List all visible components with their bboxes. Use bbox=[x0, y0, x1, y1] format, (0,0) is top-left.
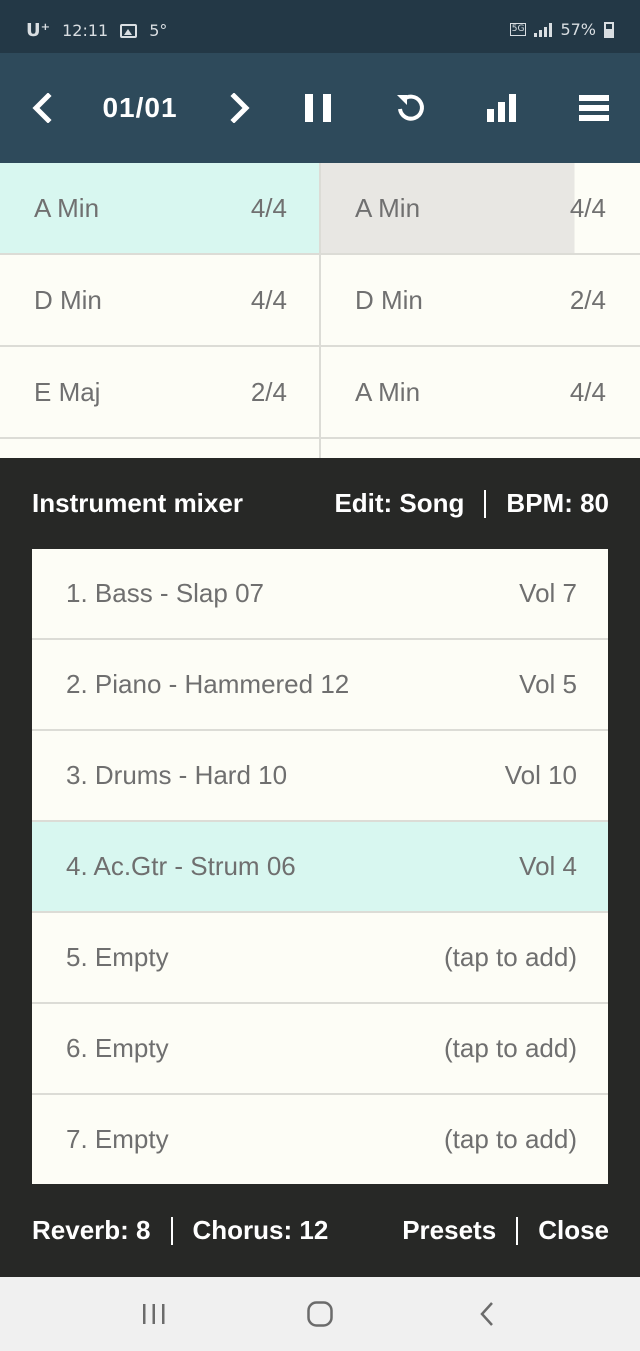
track-name: 2. Piano - Hammered 12 bbox=[66, 669, 350, 699]
track-name: 5. Empty bbox=[66, 942, 169, 972]
close-button[interactable]: Close bbox=[538, 1215, 609, 1246]
track-volume: Vol 5 bbox=[519, 669, 577, 699]
battery-percent: 57% bbox=[560, 20, 596, 39]
chord-beats: 2/4 bbox=[250, 376, 287, 407]
chord-cell[interactable] bbox=[319, 439, 638, 460]
chord-beats: 2/4 bbox=[569, 284, 606, 315]
mixer-button[interactable] bbox=[480, 53, 524, 163]
signal-icon bbox=[534, 22, 553, 37]
chord-row: E Maj 2/4 A Min 4/4 bbox=[0, 347, 640, 439]
chorus-button[interactable]: Chorus: 12 bbox=[193, 1215, 329, 1246]
previous-button[interactable] bbox=[20, 53, 64, 163]
chord-name: D Min bbox=[34, 284, 102, 315]
track-item[interactable]: 2. Piano - Hammered 12 Vol 5 bbox=[32, 640, 608, 731]
bar-chart-icon bbox=[487, 94, 516, 122]
divider bbox=[516, 1216, 519, 1245]
temperature: 5° bbox=[149, 21, 168, 40]
chord-row: D Min 4/4 D Min 2/4 bbox=[0, 255, 640, 347]
hamburger-menu-icon bbox=[579, 95, 609, 121]
chord-name: A Min bbox=[355, 376, 421, 407]
mixer-footer: Reverb: 8 Chorus: 12 Presets Close bbox=[32, 1215, 609, 1246]
chord-beats: 4/4 bbox=[569, 376, 606, 407]
chord-cell[interactable] bbox=[0, 439, 319, 460]
track-item[interactable]: 3. Drums - Hard 10 Vol 10 bbox=[32, 731, 608, 822]
battery-icon bbox=[604, 21, 614, 38]
chord-name: D Min bbox=[355, 284, 423, 315]
menu-button[interactable] bbox=[572, 53, 616, 163]
track-add-hint: (tap to add) bbox=[444, 942, 577, 972]
track-item-empty[interactable]: 5. Empty (tap to add) bbox=[32, 913, 608, 1004]
page-counter: 01/01 bbox=[102, 92, 178, 123]
home-icon bbox=[307, 1301, 333, 1327]
carrier-label: U⁺ bbox=[26, 20, 51, 41]
mixer-header: Instrument mixer Edit: Song BPM: 80 bbox=[32, 488, 609, 519]
track-name: 3. Drums - Hard 10 bbox=[66, 760, 288, 790]
player-toolbar: 01/01 bbox=[0, 53, 640, 163]
recent-apps-icon bbox=[143, 1304, 165, 1324]
divider bbox=[170, 1216, 173, 1245]
chord-cell[interactable]: A Min 4/4 bbox=[319, 163, 638, 253]
track-volume: Vol 10 bbox=[504, 760, 577, 790]
chord-cell[interactable]: A Min 4/4 bbox=[0, 163, 319, 253]
chord-cell[interactable]: E Maj 2/4 bbox=[0, 347, 319, 437]
network-5g-icon: 5G bbox=[509, 23, 527, 36]
track-volume: Vol 7 bbox=[519, 578, 577, 608]
system-nav-bar bbox=[0, 1277, 640, 1351]
pause-button[interactable] bbox=[296, 53, 340, 163]
chord-name: E Maj bbox=[34, 376, 101, 407]
clock: 12:11 bbox=[62, 21, 109, 40]
chord-cell[interactable]: A Min 4/4 bbox=[319, 347, 638, 437]
track-name: 7. Empty bbox=[66, 1124, 169, 1154]
chevron-right-icon bbox=[230, 93, 250, 123]
edit-mode-button[interactable]: Edit: Song bbox=[334, 488, 464, 519]
divider bbox=[484, 489, 487, 518]
track-name: 1. Bass - Slap 07 bbox=[66, 578, 264, 608]
chord-cell[interactable]: D Min 4/4 bbox=[0, 255, 319, 345]
replay-icon bbox=[397, 94, 424, 121]
chevron-left-icon bbox=[32, 93, 52, 123]
mixer-title: Instrument mixer bbox=[32, 488, 243, 518]
track-item-empty[interactable]: 7. Empty (tap to add) bbox=[32, 1095, 608, 1184]
chord-name: A Min bbox=[34, 192, 100, 223]
track-add-hint: (tap to add) bbox=[444, 1033, 577, 1063]
presets-button[interactable]: Presets bbox=[402, 1215, 496, 1246]
chord-name: A Min bbox=[355, 192, 421, 223]
reverb-button[interactable]: Reverb: 8 bbox=[32, 1215, 151, 1246]
back-button[interactable] bbox=[448, 1277, 528, 1351]
status-bar: U⁺ 12:11 5° 5G 57% bbox=[0, 0, 640, 53]
chord-beats: 4/4 bbox=[250, 284, 287, 315]
track-list: 1. Bass - Slap 07 Vol 7 2. Piano - Hammer… bbox=[32, 549, 608, 1184]
track-name: 6. Empty bbox=[66, 1033, 169, 1063]
chord-cell[interactable]: D Min 2/4 bbox=[319, 255, 638, 345]
restart-button[interactable] bbox=[388, 53, 432, 163]
chord-beats: 4/4 bbox=[250, 192, 287, 223]
track-item[interactable]: 1. Bass - Slap 07 Vol 7 bbox=[32, 549, 608, 640]
track-add-hint: (tap to add) bbox=[444, 1124, 577, 1154]
chord-beats: 4/4 bbox=[569, 192, 606, 223]
bpm-button[interactable]: BPM: 80 bbox=[506, 488, 609, 519]
track-volume: Vol 4 bbox=[519, 851, 577, 881]
back-icon bbox=[480, 1302, 493, 1326]
recent-apps-button[interactable] bbox=[114, 1277, 194, 1351]
chord-row: A Min 4/4 A Min 4/4 bbox=[0, 163, 640, 255]
gallery-notification-icon bbox=[120, 23, 138, 38]
home-button[interactable] bbox=[280, 1277, 360, 1351]
instrument-mixer-panel: Instrument mixer Edit: Song BPM: 80 1. B… bbox=[0, 458, 640, 1277]
track-item-selected[interactable]: 4. Ac.Gtr - Strum 06 Vol 4 bbox=[32, 822, 608, 913]
chord-grid: A Min 4/4 A Min 4/4 D Min 4/4 D Min 2/4 E Ma… bbox=[0, 163, 640, 462]
track-name: 4. Ac.Gtr - Strum 06 bbox=[66, 851, 296, 881]
pause-icon bbox=[305, 94, 331, 122]
next-button[interactable] bbox=[218, 53, 262, 163]
track-item-empty[interactable]: 6. Empty (tap to add) bbox=[32, 1004, 608, 1095]
